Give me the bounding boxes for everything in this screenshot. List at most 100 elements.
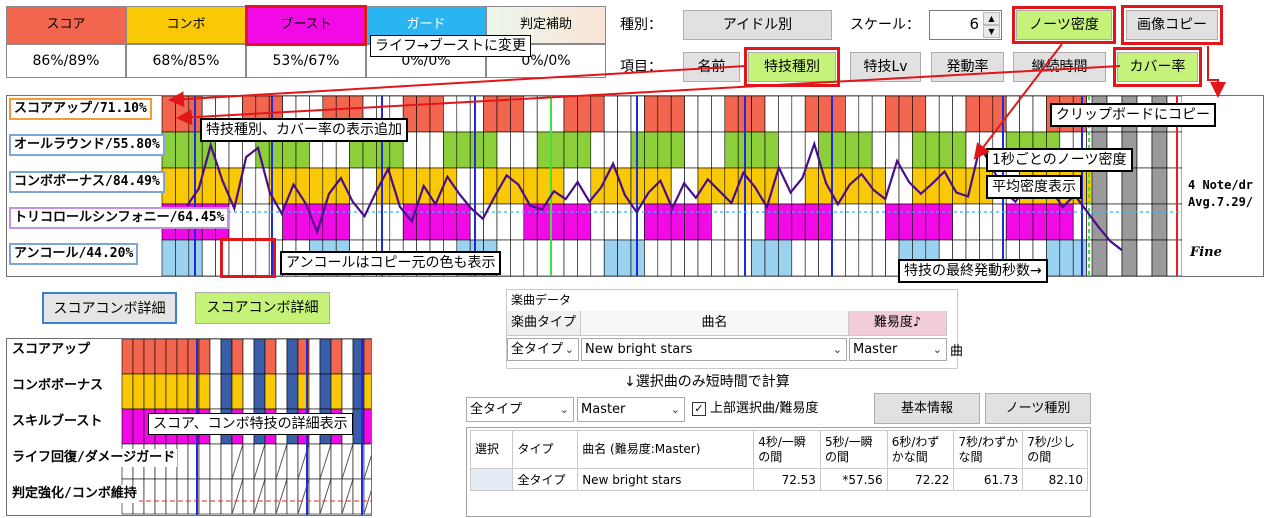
chart-cell (362, 203, 377, 241)
chart-end-cell (1091, 167, 1108, 205)
chart-cell (751, 203, 766, 241)
detail-cell (231, 339, 244, 375)
chart-cell (778, 203, 793, 241)
filter-difficulty-select[interactable]: Master ⌄ (577, 397, 685, 422)
chart-cell (550, 239, 565, 276)
detail-cell (341, 339, 354, 375)
chevron-down-icon: ⌄ (932, 343, 942, 356)
detail-cell (176, 339, 189, 375)
chart-cell (1059, 239, 1074, 276)
cell-song: New bright stars (577, 468, 755, 491)
item-duration-button[interactable]: 継続時間 (1013, 52, 1106, 82)
item-name-button[interactable]: 名前 (683, 52, 740, 82)
chart-cell (510, 167, 525, 205)
chart-cell (175, 96, 190, 133)
chart-cell (175, 131, 190, 169)
detail-cell (220, 373, 233, 410)
song-name-select[interactable]: New bright stars ⌄ (581, 338, 847, 361)
col-7s-a[interactable]: 7秒/わずかな間 (953, 430, 1024, 469)
chart-cell (536, 131, 551, 169)
chart-cell (510, 239, 525, 276)
filter-type-select[interactable]: 全タイプ ⌄ (466, 397, 574, 422)
chart-cell (1046, 239, 1061, 276)
song-type-value: 全タイプ (511, 342, 564, 357)
spin-down-icon[interactable]: ▼ (983, 25, 1000, 38)
chart-cell (523, 239, 538, 276)
chart-end-cell (1166, 167, 1183, 205)
chart-cell (644, 239, 659, 276)
chart-cell (724, 131, 739, 169)
chart-cell (804, 96, 819, 133)
chart-cell (617, 131, 632, 169)
chart-cell (818, 167, 833, 205)
col-7s-b[interactable]: 7秒/少しの間 (1022, 430, 1088, 469)
detail-cell (132, 373, 145, 410)
item-activation-rate-button[interactable]: 発動率 (931, 52, 1004, 82)
chart-cell (764, 203, 779, 241)
cell-select[interactable] (469, 468, 514, 491)
detail-cell (231, 373, 244, 410)
chart-cell (992, 203, 1007, 241)
copy-image-button[interactable]: 画像コピー (1126, 10, 1218, 40)
col-select[interactable]: 選択 (469, 430, 514, 469)
chart-cell (764, 239, 779, 276)
chart-cell (992, 96, 1007, 133)
col-5s[interactable]: 5秒/一瞬の間 (819, 430, 888, 469)
chart-cell (1032, 203, 1047, 241)
chart-cell (550, 203, 565, 241)
detail-cell (264, 373, 277, 410)
item-skill-type-button[interactable]: 特技種別 (748, 52, 836, 82)
cell-7s-a: 61.73 (953, 468, 1024, 491)
chevron-down-icon: ⌄ (832, 343, 842, 356)
chart-cell (751, 131, 766, 169)
chart-cell (617, 203, 632, 241)
song-type-select[interactable]: 全タイプ ⌄ (507, 338, 579, 361)
chart-cell (242, 203, 257, 241)
chart-cell (657, 131, 672, 169)
col-6s[interactable]: 6秒/わずかな間 (886, 430, 955, 469)
detail-cell (154, 339, 167, 375)
results-table: 選択 タイプ 曲名 (難易度:Master) 4秒/一瞬の間 5秒/一瞬の間 6… (469, 430, 1088, 491)
upper-selection-checkbox[interactable]: ✓ (692, 402, 706, 416)
chart-cell (885, 239, 900, 276)
chart-cell (724, 203, 739, 241)
chart-end-cell (1136, 131, 1153, 169)
item-skill-lv-button[interactable]: 特技Lv (850, 52, 921, 82)
chart-end-cell (1136, 167, 1153, 205)
row-label-allround: オールラウンド/55.80% (9, 134, 165, 156)
item-cover-rate-button[interactable]: カバー率 (1117, 52, 1198, 82)
extra-column-label: 曲 (950, 344, 964, 359)
note-type-button[interactable]: ノーツ種別 (985, 393, 1091, 424)
score-combo-detail-button-on[interactable]: スコアコンボ詳細 (195, 292, 330, 324)
skill-type-boost: ブースト (246, 6, 366, 44)
notes-density-button[interactable]: ノーツ密度 (1016, 10, 1112, 40)
chart-cell (670, 203, 685, 241)
chart-cell (603, 167, 618, 205)
detail-cell (176, 373, 189, 410)
chart-cell (818, 239, 833, 276)
scale-spinner[interactable]: 6 ▲ ▼ (929, 10, 1002, 40)
chart-cell (845, 96, 860, 133)
chart-cell (724, 239, 739, 276)
chart-cell (965, 131, 980, 169)
basic-info-button[interactable]: 基本情報 (874, 393, 980, 424)
col-song-name[interactable]: 曲名 (難易度:Master) (577, 430, 755, 469)
chart-cell (845, 131, 860, 169)
idol-type-button[interactable]: アイドル別 (683, 10, 832, 40)
detail-cell (176, 478, 189, 515)
spin-up-icon[interactable]: ▲ (983, 12, 1000, 25)
col-type[interactable]: タイプ (512, 430, 579, 469)
chart-cell (952, 203, 967, 241)
chart-cell (912, 203, 927, 241)
chart-cell (228, 203, 243, 241)
table-row[interactable]: 全タイプ New bright stars 72.53 *57.56 72.22… (469, 468, 1088, 491)
detail-cell (363, 408, 371, 445)
chart-cell (657, 96, 672, 133)
col-4s[interactable]: 4秒/一瞬の間 (753, 430, 821, 469)
chart-end-cell (1106, 203, 1123, 241)
chart-cell (443, 131, 458, 169)
difficulty-select[interactable]: Master ⌄ (849, 338, 947, 361)
chart-cell (898, 96, 913, 133)
score-combo-detail-button-off[interactable]: スコアコンボ詳細 (42, 292, 177, 324)
chart-cell (925, 167, 940, 205)
